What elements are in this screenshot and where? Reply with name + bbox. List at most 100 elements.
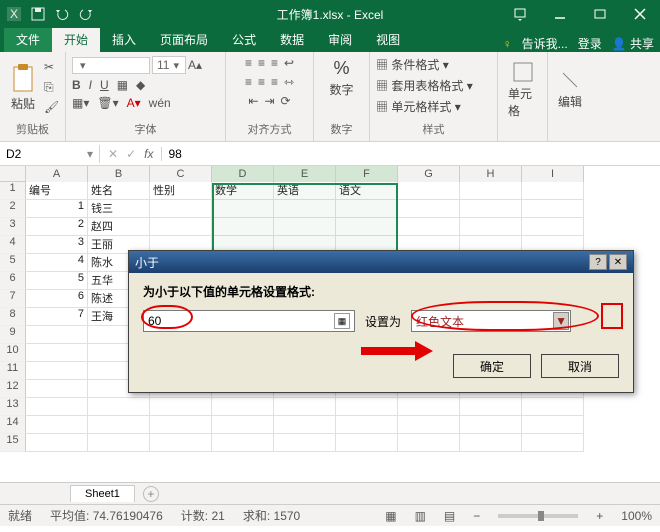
phonetic-button[interactable]: wén: [149, 96, 171, 110]
zoom-in-button[interactable]: +: [596, 509, 603, 523]
align-center-icon[interactable]: ≡: [258, 75, 265, 89]
tab-home[interactable]: 开始: [52, 27, 100, 52]
fill-dropdown-icon[interactable]: 🗑▾: [97, 96, 118, 110]
col-header[interactable]: F: [336, 166, 398, 182]
paste-button[interactable]: 粘贴: [6, 61, 40, 114]
col-header[interactable]: A: [26, 166, 88, 182]
cell[interactable]: [336, 200, 398, 218]
cell[interactable]: 5: [26, 272, 88, 290]
cell[interactable]: 4: [26, 254, 88, 272]
sheet-tab[interactable]: Sheet1: [70, 485, 135, 502]
cell[interactable]: 钱三: [88, 200, 150, 218]
close-button[interactable]: [620, 0, 660, 28]
cell[interactable]: [274, 398, 336, 416]
row-header[interactable]: 9: [0, 326, 26, 344]
cells-button[interactable]: 单元格: [504, 59, 541, 121]
copy-icon[interactable]: ⎘: [44, 80, 60, 96]
cell[interactable]: [460, 398, 522, 416]
increase-font-icon[interactable]: A▴: [188, 58, 202, 72]
share-button[interactable]: 👤 共享: [612, 35, 654, 52]
row-header[interactable]: 11: [0, 362, 26, 380]
table-format-button[interactable]: ▦ 套用表格格式 ▾: [376, 77, 473, 94]
select-all-corner[interactable]: [0, 166, 26, 182]
cell[interactable]: [88, 434, 150, 452]
dialog-close-button[interactable]: ✕: [609, 254, 627, 270]
tab-layout[interactable]: 页面布局: [148, 27, 220, 52]
cell[interactable]: [336, 218, 398, 236]
row-header[interactable]: 2: [0, 200, 26, 218]
cell[interactable]: 3: [26, 236, 88, 254]
new-sheet-button[interactable]: +: [143, 486, 159, 502]
indent-dec-icon[interactable]: ⇤: [248, 94, 258, 108]
cell[interactable]: [398, 434, 460, 452]
cell[interactable]: 语文: [336, 182, 398, 200]
cell[interactable]: [212, 218, 274, 236]
cell[interactable]: [522, 398, 584, 416]
conditional-format-button[interactable]: ▦ 条件格式 ▾: [376, 56, 449, 73]
cell[interactable]: [26, 398, 88, 416]
col-header[interactable]: C: [150, 166, 212, 182]
cell[interactable]: [336, 434, 398, 452]
align-left-icon[interactable]: ≡: [245, 75, 252, 89]
cell[interactable]: [460, 416, 522, 434]
cell-style-button[interactable]: ▦ 单元格样式 ▾: [376, 98, 461, 115]
row-header[interactable]: 14: [0, 416, 26, 434]
cell[interactable]: [336, 416, 398, 434]
row-header[interactable]: 6: [0, 272, 26, 290]
cell[interactable]: [150, 416, 212, 434]
tab-view[interactable]: 视图: [364, 27, 412, 52]
cell[interactable]: [88, 398, 150, 416]
bold-button[interactable]: B: [72, 78, 81, 92]
undo-icon[interactable]: [54, 6, 70, 22]
more-borders-icon[interactable]: ▦▾: [72, 96, 89, 110]
row-header[interactable]: 13: [0, 398, 26, 416]
tab-formulas[interactable]: 公式: [220, 27, 268, 52]
align-bot-icon[interactable]: ≡: [271, 56, 278, 70]
tab-data[interactable]: 数据: [268, 27, 316, 52]
cell[interactable]: [150, 218, 212, 236]
view-normal-icon[interactable]: ▦: [385, 509, 396, 523]
orientation-icon[interactable]: ⟳: [281, 94, 291, 108]
cell[interactable]: 7: [26, 308, 88, 326]
cell[interactable]: [26, 380, 88, 398]
wrap-icon[interactable]: ↩: [284, 56, 294, 70]
indent-inc-icon[interactable]: ⇥: [264, 94, 274, 108]
cell[interactable]: [522, 434, 584, 452]
range-picker-icon[interactable]: ▦: [334, 313, 350, 329]
fill-color-button[interactable]: ◆: [136, 78, 145, 92]
row-header[interactable]: 3: [0, 218, 26, 236]
cell[interactable]: [26, 434, 88, 452]
col-header[interactable]: I: [522, 166, 584, 182]
cell[interactable]: [460, 182, 522, 200]
row-header[interactable]: 10: [0, 344, 26, 362]
zoom-out-button[interactable]: −: [473, 509, 480, 523]
save-icon[interactable]: [30, 6, 46, 22]
name-box[interactable]: D2▾: [0, 145, 100, 163]
align-right-icon[interactable]: ≡: [271, 75, 278, 89]
row-header[interactable]: 5: [0, 254, 26, 272]
cell[interactable]: [398, 182, 460, 200]
cell[interactable]: [274, 434, 336, 452]
chevron-down-icon[interactable]: ▼: [553, 312, 569, 330]
row-header[interactable]: 7: [0, 290, 26, 308]
signin[interactable]: 登录: [578, 35, 602, 52]
cell[interactable]: [274, 200, 336, 218]
ribbon-options-icon[interactable]: [500, 0, 540, 28]
cell[interactable]: [274, 218, 336, 236]
col-header[interactable]: G: [398, 166, 460, 182]
maximize-button[interactable]: [580, 0, 620, 28]
cell[interactable]: [398, 200, 460, 218]
cell[interactable]: [150, 398, 212, 416]
cell[interactable]: [88, 416, 150, 434]
row-header[interactable]: 1: [0, 182, 26, 200]
cell[interactable]: [460, 218, 522, 236]
cell[interactable]: [336, 398, 398, 416]
row-header[interactable]: 15: [0, 434, 26, 452]
dialog-help-button[interactable]: ?: [589, 254, 607, 270]
cell[interactable]: 编号: [26, 182, 88, 200]
cell[interactable]: [460, 434, 522, 452]
minimize-button[interactable]: [540, 0, 580, 28]
format-painter-icon[interactable]: 🖌: [44, 100, 60, 116]
cell[interactable]: 1: [26, 200, 88, 218]
tell-me[interactable]: 告诉我...: [522, 35, 568, 52]
